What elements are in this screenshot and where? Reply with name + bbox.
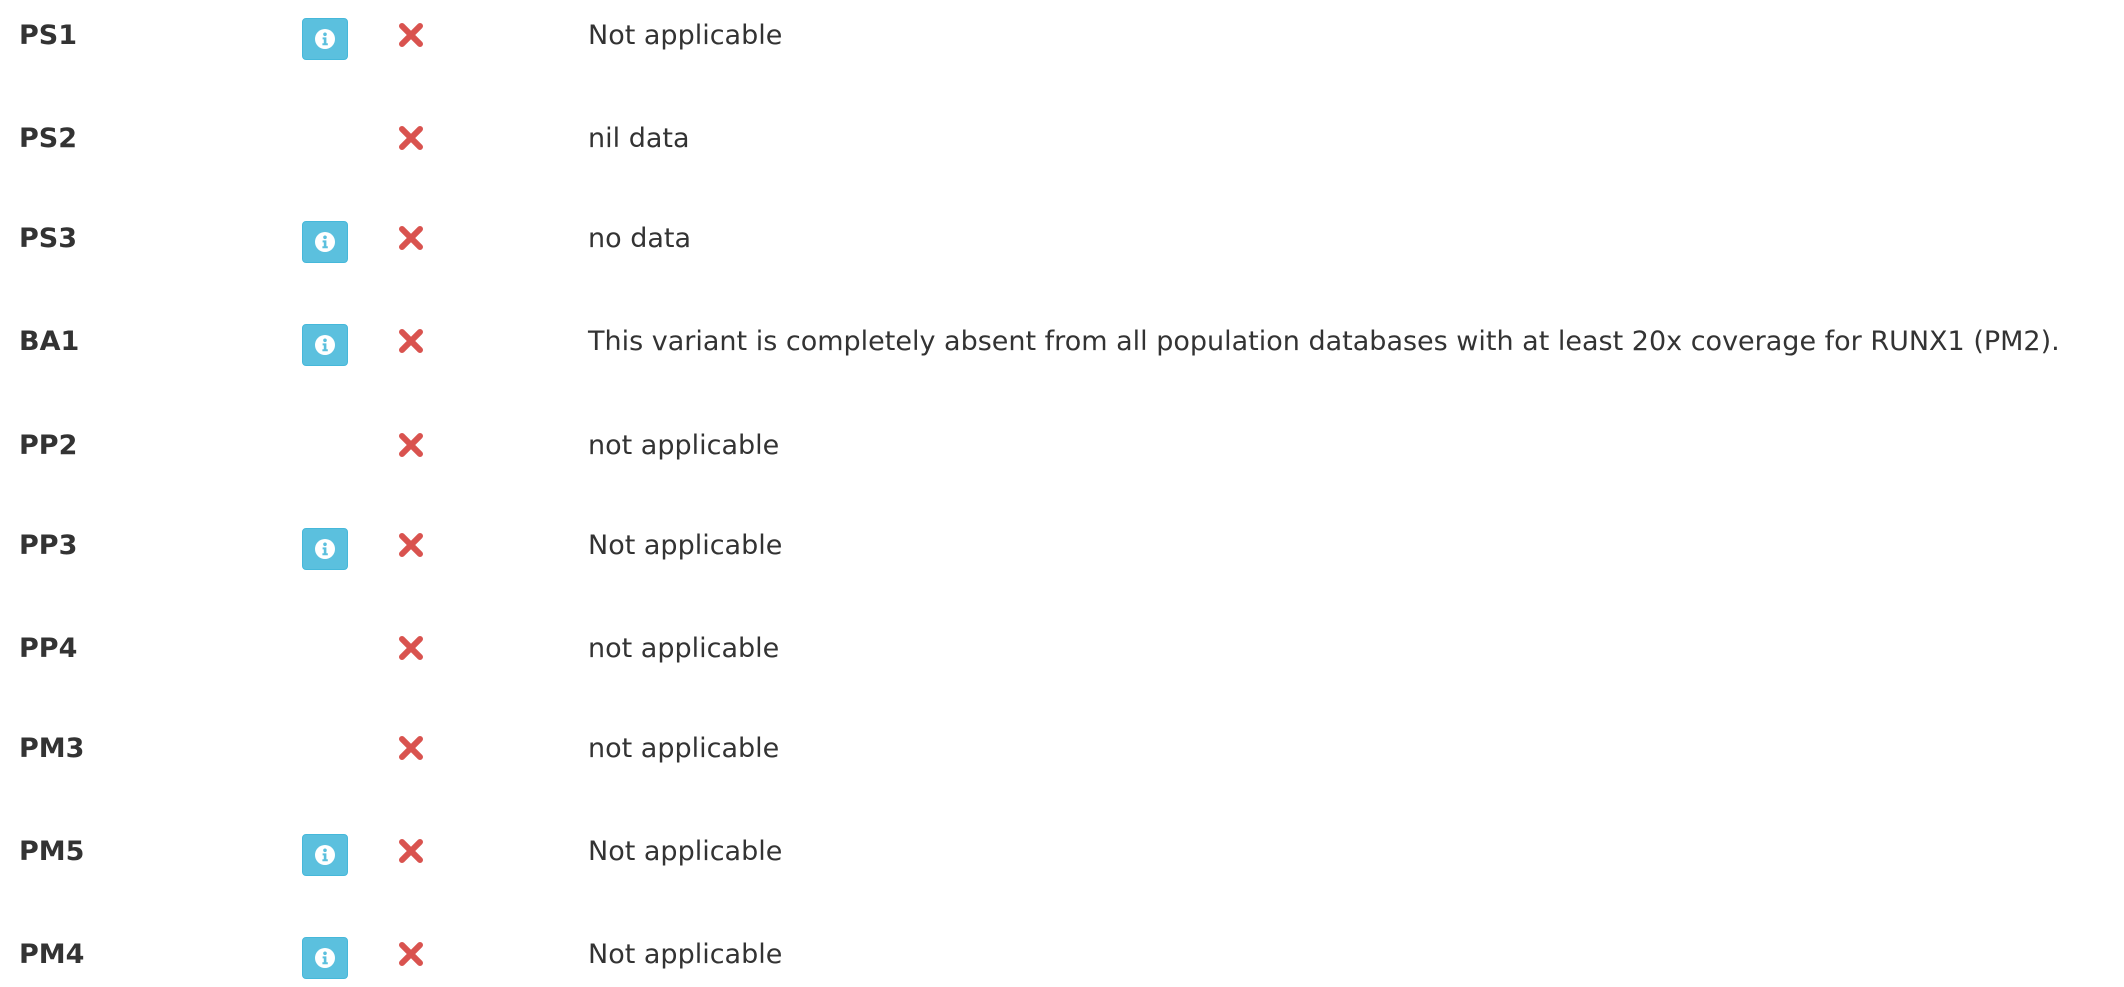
- criterion-row: PP4 not applicable: [0, 621, 2124, 681]
- cross-icon: [398, 532, 424, 558]
- cross-icon: [398, 635, 424, 661]
- info-button[interactable]: [302, 834, 348, 876]
- criterion-row: PM5 Not applicable: [0, 824, 2124, 884]
- cross-icon: [398, 328, 424, 354]
- cross-icon: [398, 225, 424, 251]
- info-icon: [314, 334, 336, 356]
- criterion-code: PM3: [19, 733, 85, 764]
- criterion-row: BA1 This variant is completely absent fro…: [0, 314, 2124, 374]
- info-button[interactable]: [302, 324, 348, 366]
- criterion-row: PP3 Not applicable: [0, 518, 2124, 578]
- criterion-code: PS2: [19, 123, 78, 154]
- criterion-code: PS1: [19, 20, 78, 51]
- criterion-comment: no data: [588, 223, 692, 254]
- criterion-comment: Not applicable: [588, 530, 783, 561]
- info-icon: [314, 538, 336, 560]
- criterion-row: PS2 nil data: [0, 111, 2124, 171]
- criterion-code: PM5: [19, 836, 85, 867]
- cross-icon: [398, 838, 424, 864]
- info-icon: [314, 947, 336, 969]
- criterion-comment: not applicable: [588, 733, 780, 764]
- info-icon: [314, 28, 336, 50]
- info-button[interactable]: [302, 18, 348, 60]
- criterion-code: PS3: [19, 223, 78, 254]
- criterion-row: PP2 not applicable: [0, 418, 2124, 478]
- cross-icon: [398, 432, 424, 458]
- info-button[interactable]: [302, 528, 348, 570]
- criterion-comment: Not applicable: [588, 939, 783, 970]
- criterion-code: PP2: [19, 430, 78, 461]
- info-icon: [314, 844, 336, 866]
- criterion-comment: not applicable: [588, 633, 780, 664]
- criterion-row: PM4 Not applicable: [0, 927, 2124, 987]
- criterion-comment: nil data: [588, 123, 690, 154]
- info-button[interactable]: [302, 221, 348, 263]
- criterion-code: PP4: [19, 633, 78, 664]
- criterion-row: PM3 not applicable: [0, 721, 2124, 781]
- criterion-code: PP3: [19, 530, 78, 561]
- criterion-comment: Not applicable: [588, 836, 783, 867]
- criterion-row: PS1 Not applicable: [0, 8, 2124, 68]
- criterion-code: PM4: [19, 939, 85, 970]
- criterion-comment: not applicable: [588, 430, 780, 461]
- criterion-comment: Not applicable: [588, 20, 783, 51]
- info-icon: [314, 231, 336, 253]
- cross-icon: [398, 22, 424, 48]
- criterion-comment: This variant is completely absent from a…: [588, 326, 2060, 357]
- cross-icon: [398, 125, 424, 151]
- cross-icon: [398, 941, 424, 967]
- criterion-code: BA1: [19, 326, 80, 357]
- cross-icon: [398, 735, 424, 761]
- criterion-row: PS3 no data: [0, 211, 2124, 271]
- info-button[interactable]: [302, 937, 348, 979]
